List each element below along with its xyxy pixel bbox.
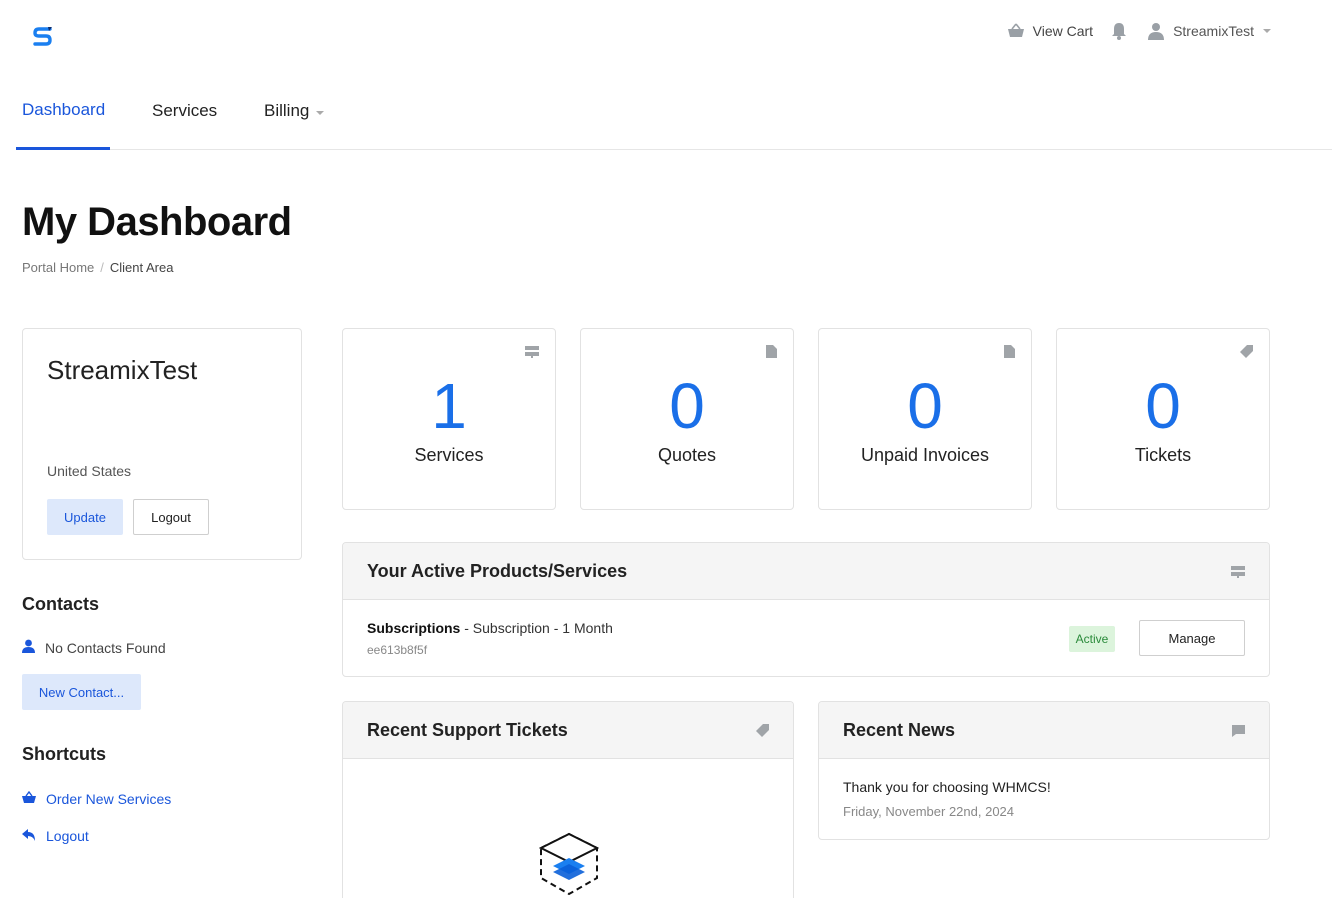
panel-title: Recent Support Tickets	[367, 720, 568, 740]
contacts-heading: Contacts	[22, 594, 100, 614]
panel-header: Your Active Products/Services	[343, 543, 1269, 600]
product-description: - Subscription - 1 Month	[460, 620, 613, 636]
chevron-down-icon	[1262, 28, 1272, 34]
profile-card: StreamixTest United States Update Logout	[22, 328, 302, 560]
recent-news-panel: Recent News Thank you for choosing WHMCS…	[818, 701, 1270, 840]
user-icon	[1147, 22, 1165, 40]
panel-header: Recent Support Tickets	[343, 702, 793, 759]
no-contacts-text: No Contacts Found	[45, 639, 166, 656]
product-id: ee613b8f5f	[367, 643, 428, 657]
product-name: Subscriptions - Subscription - 1 Month	[367, 620, 613, 636]
basket-icon	[1007, 23, 1025, 39]
view-cart-link[interactable]: View Cart	[1007, 23, 1093, 39]
shortcuts-heading: Shortcuts	[22, 744, 107, 764]
comment-icon	[1232, 724, 1245, 742]
stat-label: Quotes	[657, 445, 717, 465]
top-bar: View Cart StreamixTest	[0, 0, 1332, 72]
tab-dashboard-label: Dashboard	[22, 99, 106, 119]
new-contact-button[interactable]: New Contact...	[22, 674, 141, 710]
logout-button[interactable]: Logout	[133, 499, 209, 535]
profile-country: United States	[47, 463, 132, 479]
tag-icon	[756, 724, 769, 742]
profile-name: StreamixTest	[47, 355, 198, 385]
tab-dashboard[interactable]: Dashboard	[16, 72, 110, 150]
chevron-down-icon	[315, 101, 325, 121]
shortcut-order-new-services[interactable]: Order New Services	[22, 790, 172, 807]
status-badge: Active	[1069, 626, 1115, 652]
top-right-menu: View Cart StreamixTest	[1007, 22, 1272, 40]
active-products-panel: Your Active Products/Services Subscripti…	[342, 542, 1270, 677]
panel-header: Recent News	[819, 702, 1269, 759]
basket-icon	[22, 790, 36, 807]
stat-value: 0	[1145, 370, 1181, 442]
server-icon	[525, 345, 539, 363]
no-contacts-message: No Contacts Found	[22, 639, 166, 656]
notifications-button[interactable]	[1111, 22, 1127, 40]
manage-button[interactable]: Manage	[1139, 620, 1245, 656]
stat-value: 0	[907, 370, 943, 442]
stat-label: Unpaid Invoices	[860, 445, 990, 465]
server-icon	[1231, 565, 1245, 583]
reply-arrow-icon	[22, 828, 36, 844]
brand-logo[interactable]	[30, 24, 56, 50]
shortcut-label: Order New Services	[46, 791, 172, 807]
breadcrumb: Portal Home / Client Area	[22, 260, 173, 275]
user-menu[interactable]: StreamixTest	[1147, 22, 1272, 40]
update-button[interactable]: Update	[47, 499, 123, 535]
stat-tile-services[interactable]: 1 Services	[342, 328, 556, 510]
news-item-link[interactable]: Thank you for choosing WHMCS!	[843, 779, 1051, 795]
stat-value: 0	[669, 370, 705, 442]
tab-billing-label: Billing	[264, 101, 310, 120]
stat-tile-unpaid-invoices[interactable]: 0 Unpaid Invoices	[818, 328, 1032, 510]
file-icon	[1004, 345, 1015, 363]
bell-icon	[1111, 22, 1127, 40]
main-nav: Dashboard Services Billing	[16, 72, 1332, 150]
recent-tickets-panel: Recent Support Tickets	[342, 701, 794, 898]
shortcut-label: Logout	[46, 828, 89, 844]
tab-services[interactable]: Services	[152, 72, 217, 150]
panel-title: Recent News	[843, 720, 956, 740]
page-title: My Dashboard	[22, 200, 292, 244]
empty-inbox-illustration	[538, 832, 600, 898]
stat-label: Tickets	[1134, 445, 1192, 465]
tab-billing[interactable]: Billing	[264, 72, 325, 150]
stat-tile-tickets[interactable]: 0 Tickets	[1056, 328, 1270, 510]
news-item-date: Friday, November 22nd, 2024	[843, 804, 1015, 819]
tab-services-label: Services	[152, 101, 218, 120]
stat-value: 1	[431, 370, 467, 442]
file-icon	[766, 345, 777, 363]
breadcrumb-client-area: Client Area	[109, 260, 174, 275]
stat-label: Services	[414, 445, 484, 465]
panel-title: Your Active Products/Services	[367, 561, 628, 581]
stat-tile-quotes[interactable]: 0 Quotes	[580, 328, 794, 510]
tag-icon	[1240, 345, 1253, 363]
username-label: StreamixTest	[1173, 23, 1254, 39]
view-cart-label: View Cart	[1032, 23, 1094, 39]
product-group: Subscriptions	[367, 620, 461, 636]
breadcrumb-portal-home[interactable]: Portal Home	[22, 260, 94, 275]
shortcut-logout[interactable]: Logout	[22, 828, 89, 844]
user-icon	[22, 639, 35, 656]
breadcrumb-separator: /	[100, 260, 104, 275]
